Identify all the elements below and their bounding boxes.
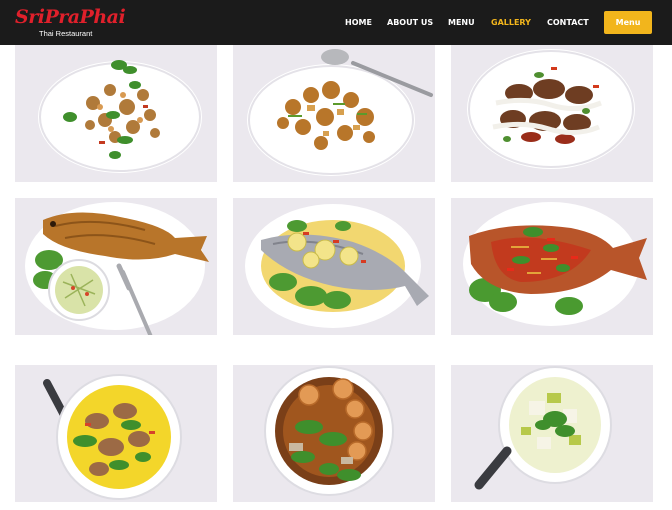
nav-gallery[interactable]: GALLERY	[491, 17, 531, 29]
food-photo	[15, 45, 217, 182]
gallery-image-6[interactable]	[451, 198, 653, 335]
nav-contact[interactable]: CONTACT	[547, 17, 589, 29]
gallery-image-1[interactable]	[15, 45, 217, 182]
food-photo	[451, 45, 653, 182]
gallery-image-3[interactable]	[451, 45, 653, 182]
gallery-image-4[interactable]	[15, 198, 217, 335]
gallery-image-8[interactable]	[233, 365, 435, 502]
food-photo	[15, 365, 217, 502]
food-photo	[233, 198, 435, 335]
logo-text: SriPraPhai	[15, 6, 126, 28]
menu-button[interactable]: Menu	[604, 11, 652, 34]
nav-home[interactable]: HOME	[345, 17, 372, 29]
gallery-image-5[interactable]	[233, 198, 435, 335]
food-photo	[233, 365, 435, 502]
gallery-image-2[interactable]	[233, 45, 435, 182]
logo-tagline: Thai Restaurant	[39, 29, 93, 38]
food-photo	[451, 365, 653, 502]
food-photo	[15, 198, 217, 335]
gallery-image-7[interactable]	[15, 365, 217, 502]
nav-menu[interactable]: MENU	[448, 17, 475, 29]
restaurant-logo[interactable]: SriPraPhai Thai Restaurant	[15, 6, 126, 40]
nav-about-us[interactable]: ABOUT US	[387, 17, 433, 29]
food-photo	[451, 198, 653, 335]
navbar: SriPraPhai Thai Restaurant HOME ABOUT US…	[0, 0, 672, 45]
food-photo	[233, 45, 435, 182]
gallery-image-9[interactable]	[451, 365, 653, 502]
